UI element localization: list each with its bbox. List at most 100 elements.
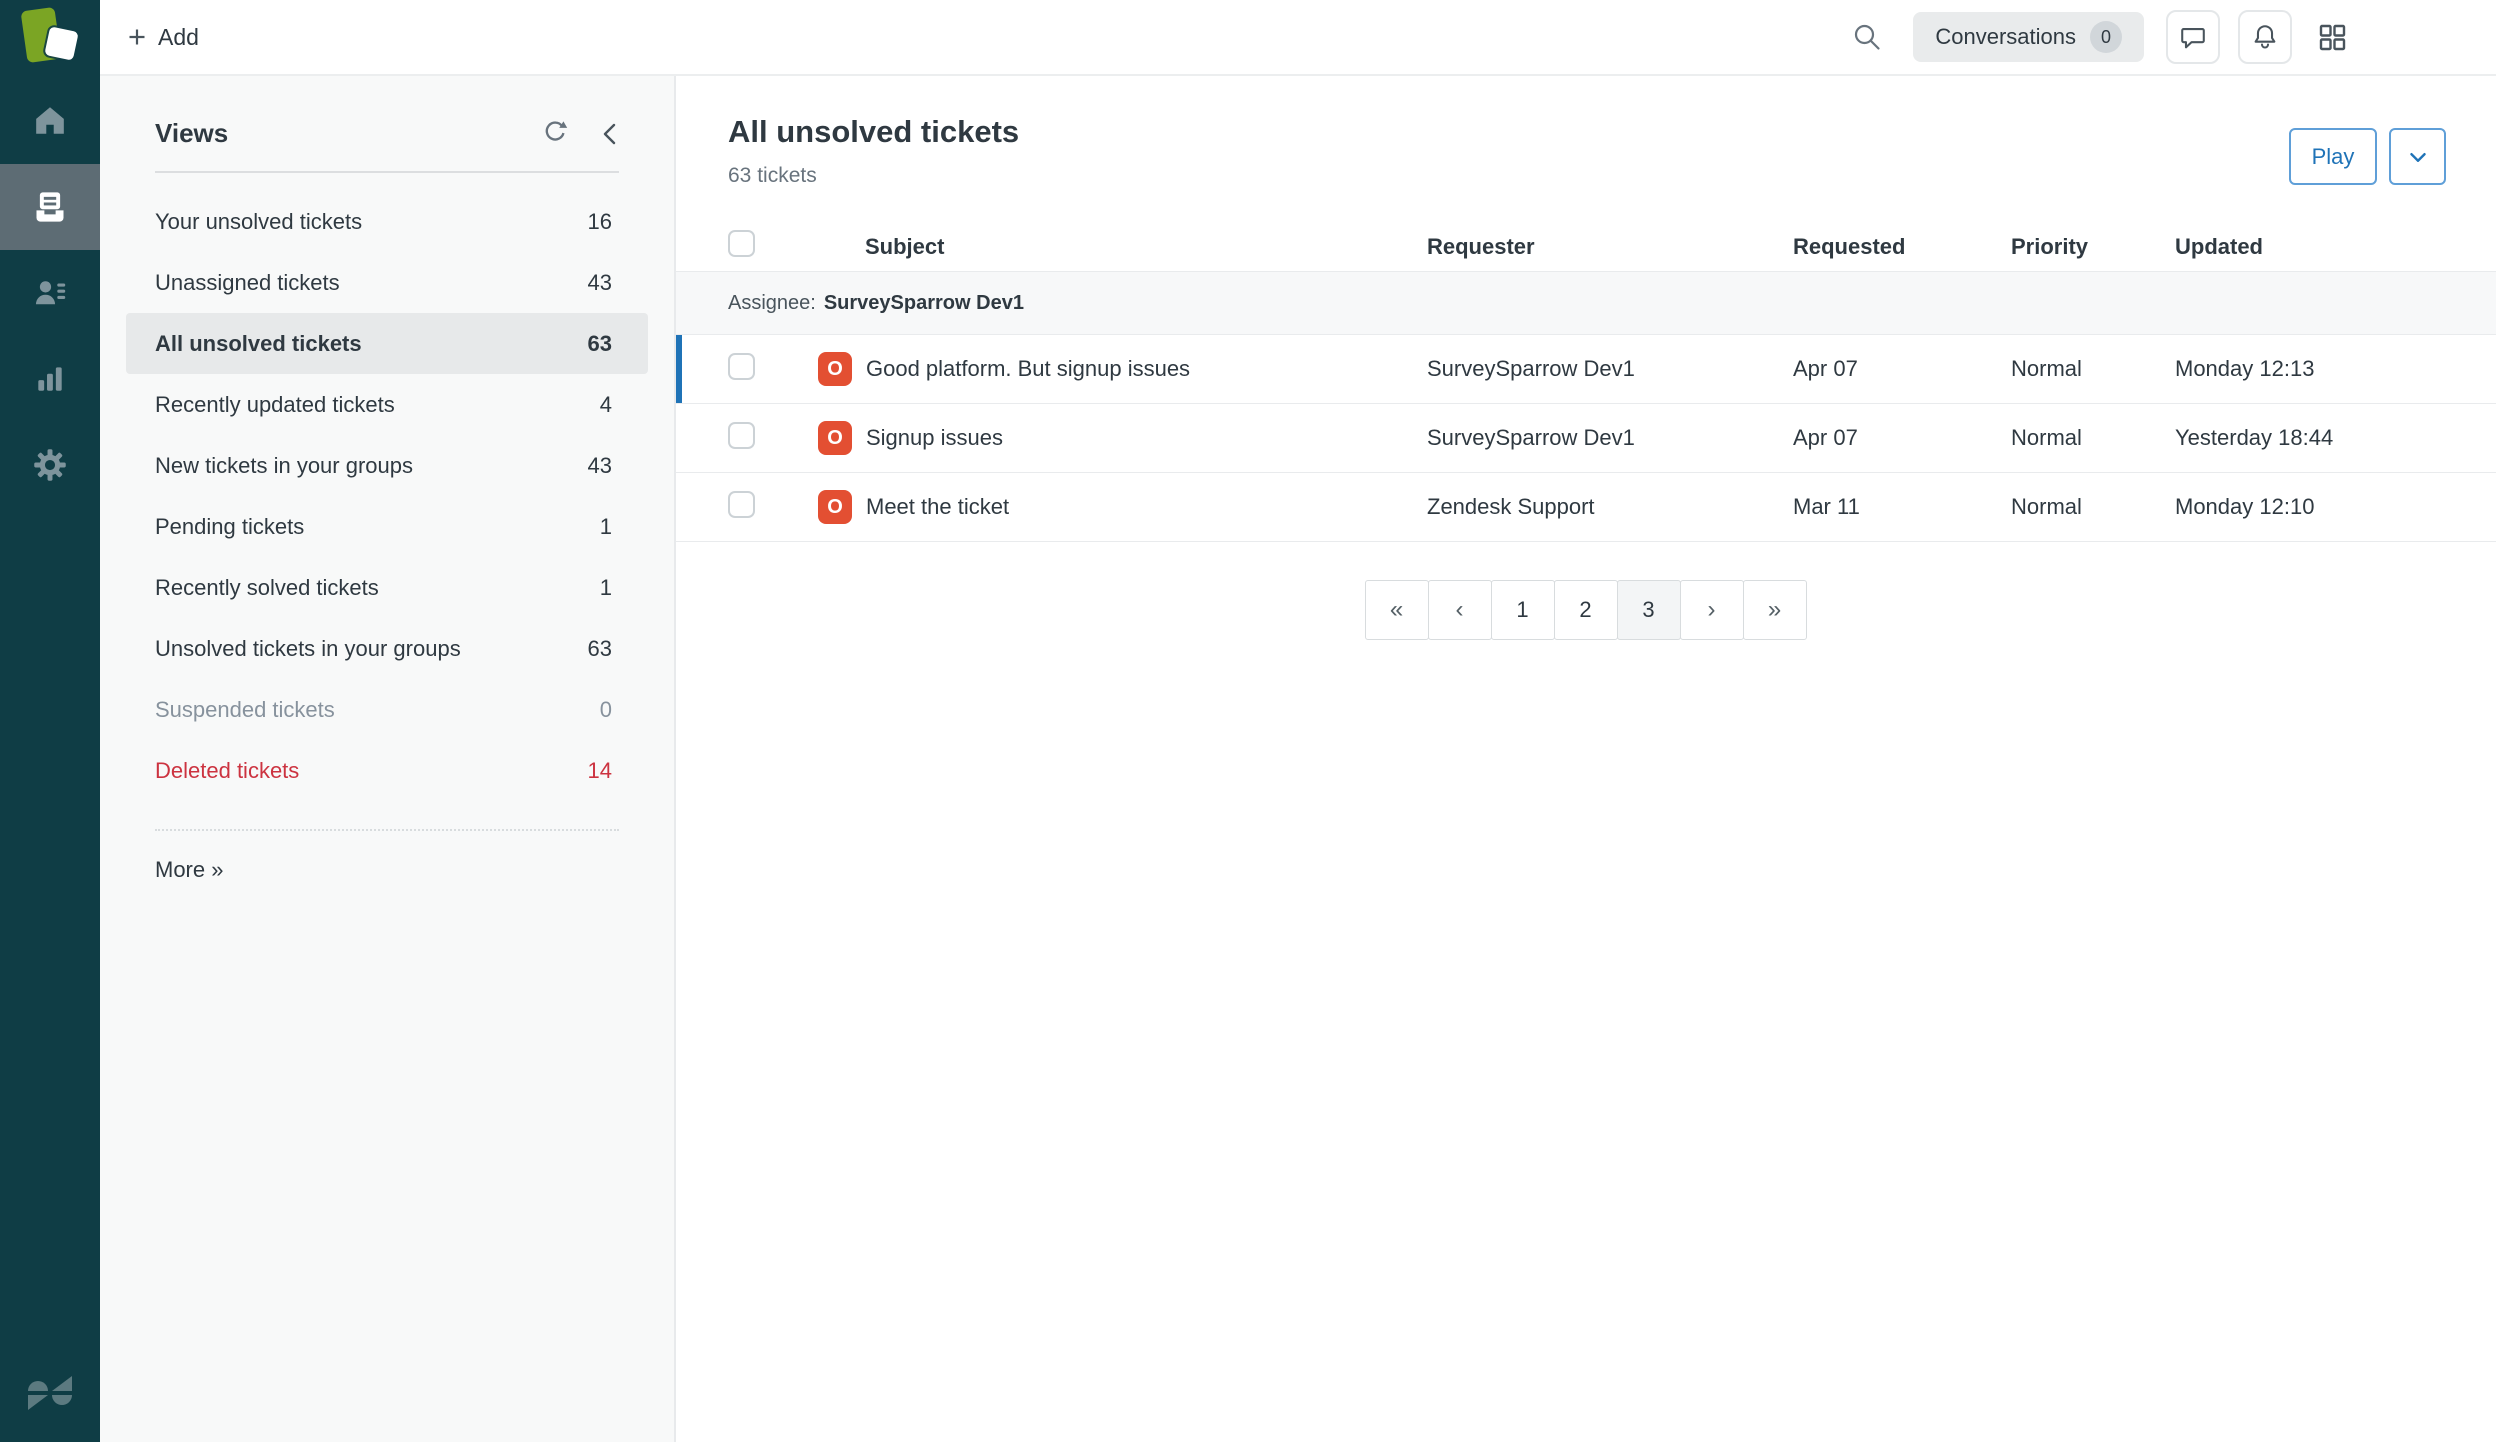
views-list-item[interactable]: New tickets in your groups 43 bbox=[126, 435, 648, 496]
view-label: All unsolved tickets bbox=[155, 331, 362, 357]
views-panel-title: Views bbox=[155, 118, 228, 149]
pagination-button[interactable]: 1 bbox=[1491, 580, 1555, 640]
column-header-requester[interactable]: Requester bbox=[1427, 234, 1793, 260]
navigation-rail bbox=[0, 0, 100, 1442]
table-row[interactable]: O Signup issues SurveySparrow Dev1 Apr 0… bbox=[676, 404, 2496, 473]
views-list-item[interactable]: Pending tickets 1 bbox=[126, 496, 648, 557]
zendesk-app: Add Conversations 0 bbox=[0, 0, 2496, 1442]
play-button[interactable]: Play bbox=[2289, 128, 2377, 185]
zendesk-logo[interactable] bbox=[26, 1375, 74, 1416]
more-views-link[interactable]: More » bbox=[155, 857, 223, 883]
table-row[interactable]: O Good platform. But signup issues Surve… bbox=[676, 335, 2496, 404]
ticket-subject[interactable]: Signup issues bbox=[866, 425, 1003, 451]
rail-item-views[interactable] bbox=[0, 164, 100, 250]
ticket-updated: Monday 12:13 bbox=[2175, 356, 2496, 382]
bell-icon bbox=[2250, 22, 2280, 52]
views-list-item[interactable]: All unsolved tickets 63 bbox=[126, 313, 648, 374]
notifications-button[interactable] bbox=[2238, 10, 2292, 64]
table-header-row: Subject Requester Requested Priority Upd… bbox=[676, 222, 2496, 272]
pagination: «‹123›» bbox=[676, 580, 2496, 640]
view-count: 16 bbox=[588, 209, 612, 235]
collapse-views-button[interactable] bbox=[598, 121, 622, 147]
view-label: Deleted tickets bbox=[155, 758, 299, 784]
pagination-button[interactable]: ‹ bbox=[1428, 580, 1492, 640]
view-count: 43 bbox=[588, 270, 612, 296]
views-list-item[interactable]: Deleted tickets 14 bbox=[126, 740, 648, 801]
add-button[interactable]: Add bbox=[128, 24, 199, 51]
row-checkbox[interactable] bbox=[728, 422, 755, 449]
apps-button[interactable] bbox=[2316, 21, 2348, 53]
column-header-updated[interactable]: Updated bbox=[2175, 234, 2496, 260]
view-label: Suspended tickets bbox=[155, 697, 335, 723]
play-options-button[interactable] bbox=[2389, 128, 2446, 185]
view-count: 63 bbox=[588, 331, 612, 357]
views-list-item[interactable]: Recently updated tickets 4 bbox=[126, 374, 648, 435]
view-count: 1 bbox=[600, 514, 612, 540]
collapse-chevron-icon bbox=[598, 121, 622, 147]
rail-item-home[interactable] bbox=[0, 78, 100, 164]
ticket-subject[interactable]: Meet the ticket bbox=[866, 494, 1009, 520]
refresh-views-button[interactable] bbox=[540, 119, 570, 149]
ticket-open-status-badge: O bbox=[818, 490, 852, 524]
views-list-item[interactable]: Unsolved tickets in your groups 63 bbox=[126, 618, 648, 679]
brand-logo[interactable] bbox=[0, 0, 100, 78]
ticket-priority: Normal bbox=[2011, 494, 2175, 520]
chevron-down-icon bbox=[2405, 144, 2431, 170]
ticket-priority: Normal bbox=[2011, 356, 2175, 382]
plus-icon bbox=[128, 28, 146, 46]
assignee-group-value: SurveySparrow Dev1 bbox=[824, 292, 1024, 315]
pagination-button[interactable]: 2 bbox=[1554, 580, 1618, 640]
pagination-button[interactable]: « bbox=[1365, 580, 1429, 640]
rail-item-customers[interactable] bbox=[0, 250, 100, 336]
add-button-label: Add bbox=[158, 24, 199, 51]
view-count: 63 bbox=[588, 636, 612, 662]
rail-item-settings[interactable] bbox=[0, 422, 100, 508]
ticket-open-status-badge: O bbox=[818, 421, 852, 455]
views-list-item[interactable]: Recently solved tickets 1 bbox=[126, 557, 648, 618]
view-label: Recently solved tickets bbox=[155, 575, 379, 601]
pagination-button[interactable]: » bbox=[1743, 580, 1807, 640]
row-checkbox[interactable] bbox=[728, 491, 755, 518]
ticket-subject[interactable]: Good platform. But signup issues bbox=[866, 356, 1190, 382]
ticket-requester: SurveySparrow Dev1 bbox=[1427, 356, 1793, 382]
rail-item-reports[interactable] bbox=[0, 336, 100, 422]
ticket-updated: Monday 12:10 bbox=[2175, 494, 2496, 520]
column-header-priority[interactable]: Priority bbox=[2011, 234, 2175, 260]
ticket-count-subtitle: 63 tickets bbox=[728, 164, 2446, 188]
apps-grid-icon bbox=[2316, 21, 2348, 53]
settings-icon bbox=[32, 447, 68, 483]
select-all-checkbox[interactable] bbox=[728, 230, 755, 257]
chat-button[interactable] bbox=[2166, 10, 2220, 64]
ticket-requested: Apr 07 bbox=[1793, 356, 2011, 382]
view-count: 1 bbox=[600, 575, 612, 601]
view-count: 0 bbox=[600, 697, 612, 723]
view-count: 4 bbox=[600, 392, 612, 418]
views-more-divider bbox=[155, 829, 619, 831]
pagination-button[interactable]: › bbox=[1680, 580, 1744, 640]
home-icon bbox=[33, 104, 67, 138]
search-button[interactable] bbox=[1851, 21, 1883, 53]
assignee-group-row: Assignee: SurveySparrow Dev1 bbox=[676, 272, 2496, 335]
ticket-open-status-badge: O bbox=[818, 352, 852, 386]
column-header-requested[interactable]: Requested bbox=[1793, 234, 2011, 260]
view-count: 43 bbox=[588, 453, 612, 479]
search-icon bbox=[1851, 21, 1883, 53]
ticket-requester: SurveySparrow Dev1 bbox=[1427, 425, 1793, 451]
reports-icon bbox=[33, 362, 67, 396]
views-list-item[interactable]: Suspended tickets 0 bbox=[126, 679, 648, 740]
topbar-actions: Conversations 0 bbox=[1851, 10, 2348, 64]
views-list-item[interactable]: Your unsolved tickets 16 bbox=[126, 191, 648, 252]
zendesk-logo-icon bbox=[26, 1375, 74, 1411]
conversations-label: Conversations bbox=[1935, 24, 2076, 50]
column-header-subject[interactable]: Subject bbox=[818, 234, 1427, 260]
ticket-requested: Mar 11 bbox=[1793, 494, 2011, 520]
views-panel: Views Your unsolved tickets 16 Unassigne… bbox=[100, 76, 676, 1442]
views-list-item[interactable]: Unassigned tickets 43 bbox=[126, 252, 648, 313]
conversations-button[interactable]: Conversations 0 bbox=[1913, 12, 2144, 62]
table-row[interactable]: O Meet the ticket Zendesk Support Mar 11… bbox=[676, 473, 2496, 542]
pagination-button[interactable]: 3 bbox=[1617, 580, 1681, 640]
chat-icon bbox=[2178, 22, 2208, 52]
row-checkbox[interactable] bbox=[728, 353, 755, 380]
ticket-priority: Normal bbox=[2011, 425, 2175, 451]
views-list: Your unsolved tickets 16 Unassigned tick… bbox=[100, 173, 674, 801]
